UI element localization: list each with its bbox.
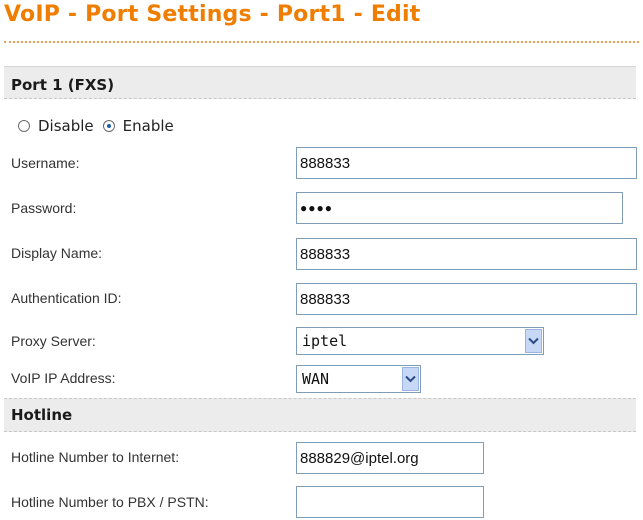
username-field[interactable]: 888833 — [296, 147, 637, 179]
title-divider — [4, 41, 639, 43]
username-label: Username: — [11, 155, 80, 171]
auth-id-field[interactable]: 888833 — [296, 283, 637, 315]
hotline-pbx-label: Hotline Number to PBX / PSTN: — [11, 494, 209, 510]
chevron-down-icon[interactable] — [525, 329, 542, 353]
hotline-internet-field[interactable]: 888829@iptel.org — [296, 442, 484, 474]
display-name-label: Display Name: — [11, 245, 103, 261]
display-name-field[interactable]: 888833 — [296, 238, 637, 270]
chevron-down-icon[interactable] — [402, 367, 419, 391]
port-status-radio-group: Disable Enable — [18, 115, 183, 137]
password-label: Password: — [11, 200, 77, 216]
auth-id-label: Authentication ID: — [11, 290, 122, 306]
page-title: VoIP - Port Settings - Port1 - Edit — [4, 2, 421, 27]
section-header-hotline: Hotline — [4, 398, 636, 432]
section-header-port: Port 1 (FXS) — [4, 66, 636, 99]
voip-ip-select[interactable]: WAN — [296, 365, 421, 393]
disable-radio[interactable] — [18, 120, 30, 132]
hotline-internet-label: Hotline Number to Internet: — [11, 449, 180, 465]
enable-radio[interactable] — [102, 120, 115, 132]
hotline-pbx-field[interactable] — [296, 486, 484, 518]
voip-ip-label: VoIP IP Address: — [11, 370, 116, 386]
proxy-server-value: iptel — [302, 332, 348, 350]
proxy-server-select[interactable]: iptel — [296, 327, 544, 355]
enable-radio-label[interactable]: Enable — [123, 117, 174, 135]
proxy-server-label: Proxy Server: — [11, 333, 96, 349]
disable-radio-label[interactable]: Disable — [38, 117, 94, 135]
password-field[interactable]: ●●●● — [296, 192, 623, 224]
voip-ip-value: WAN — [302, 370, 330, 388]
